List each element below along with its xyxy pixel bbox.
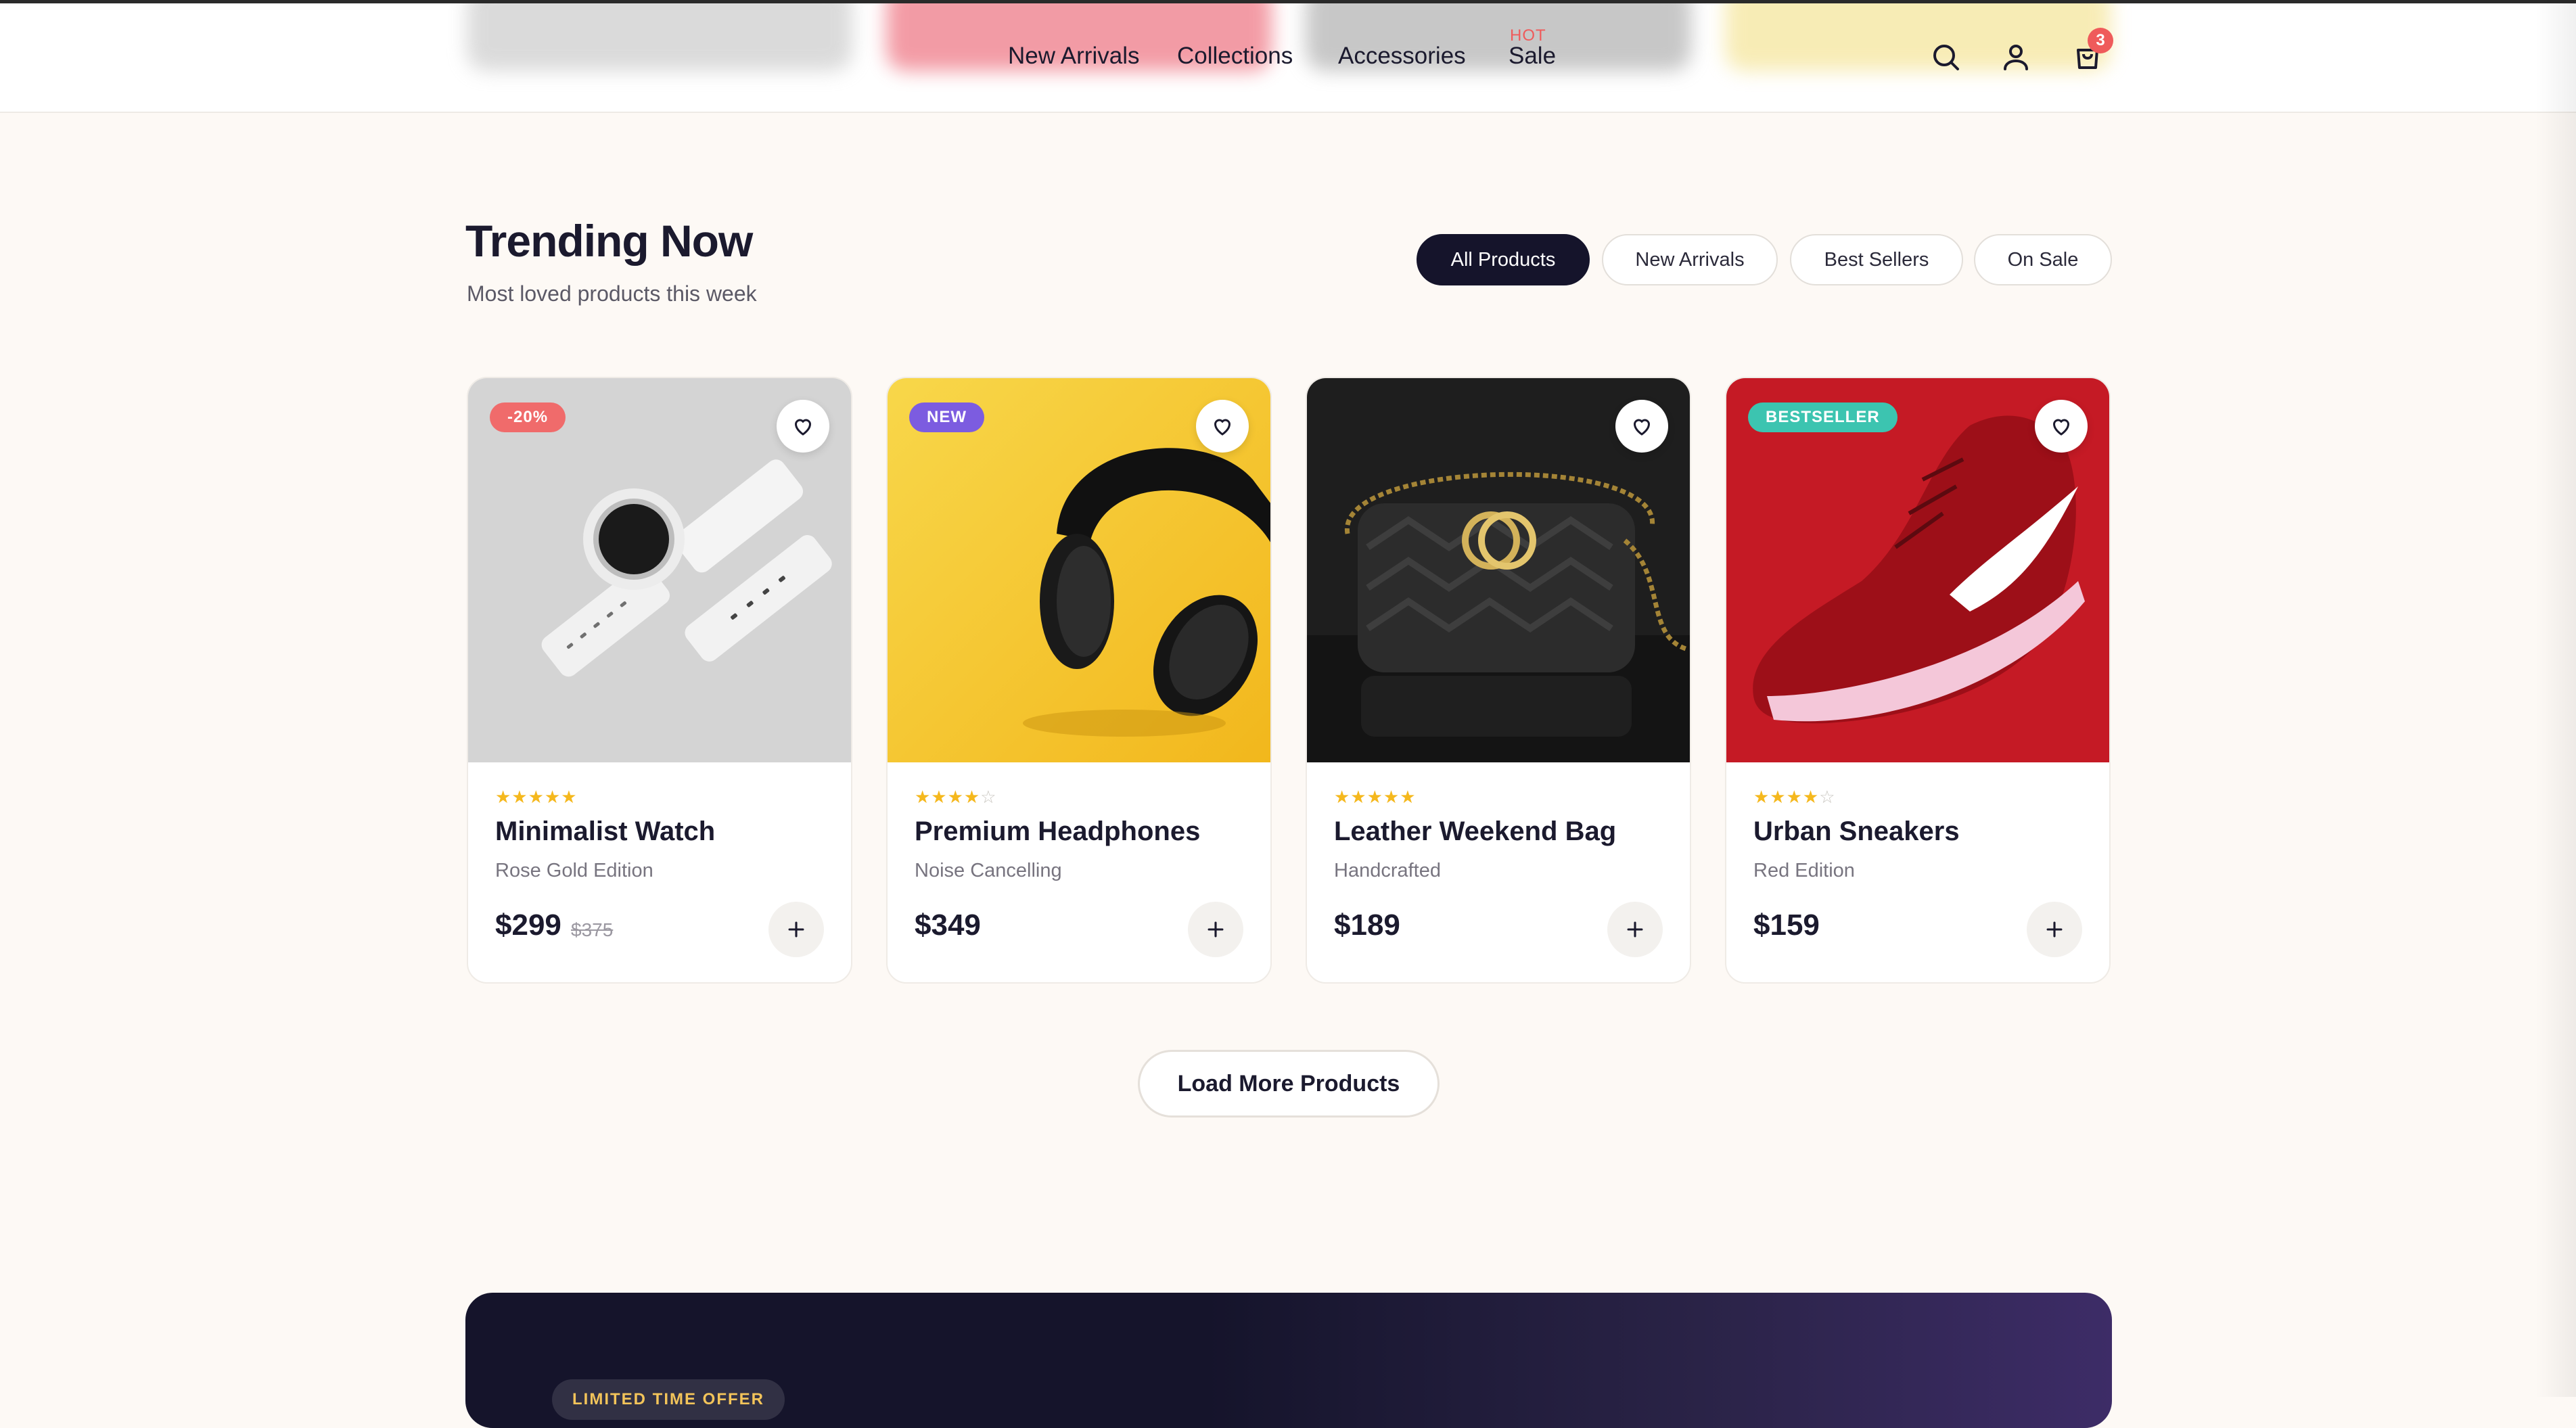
wishlist-button[interactable] (1196, 400, 1249, 453)
plus-icon (788, 921, 804, 938)
nav-link-collections[interactable]: Collections (1177, 43, 1293, 70)
star-rating: ★★★★☆ (915, 787, 997, 807)
bestseller-badge: BESTSELLER (1748, 402, 1898, 432)
add-to-cart-button[interactable] (1188, 902, 1243, 957)
wishlist-button[interactable] (2035, 400, 2088, 453)
plus-icon (1208, 921, 1224, 938)
product-variant: Handcrafted (1334, 860, 1441, 881)
promo-tag: LIMITED TIME OFFER (552, 1379, 785, 1420)
heart-icon (1214, 419, 1231, 436)
product-price: $349 (915, 908, 981, 942)
filter-all-products[interactable]: All Products (1417, 234, 1590, 285)
heart-icon (2052, 419, 2070, 436)
wishlist-button[interactable] (777, 400, 829, 453)
nav-link-sale[interactable]: Sale (1509, 43, 1556, 70)
add-to-cart-button[interactable] (2027, 902, 2082, 957)
section-title: Trending Now (465, 216, 753, 266)
product-old-price: $375 (571, 919, 614, 940)
add-to-cart-button[interactable] (1607, 902, 1663, 957)
product-name[interactable]: Leather Weekend Bag (1334, 816, 1616, 847)
heart-icon (794, 419, 812, 436)
plus-icon (2046, 921, 2063, 938)
star-rating: ★★★★★ (495, 787, 578, 807)
star-rating: ★★★★☆ (1753, 787, 1836, 807)
heart-icon (1633, 419, 1651, 436)
load-more-button[interactable]: Load More Products (1138, 1050, 1440, 1118)
promo-banner: LIMITED TIME OFFER (465, 1293, 2112, 1428)
product-name[interactable]: Minimalist Watch (495, 816, 715, 847)
blurred-header-image (467, 3, 852, 71)
section-subtitle: Most loved products this week (467, 281, 757, 306)
product-card[interactable]: BESTSELLER ★★★★☆ Urban Sneakers Red Edit… (1725, 377, 2111, 984)
product-name[interactable]: Urban Sneakers (1753, 816, 1960, 847)
product-card[interactable]: ★★★★★ Leather Weekend Bag Handcrafted $1… (1306, 377, 1691, 984)
new-badge: NEW (909, 402, 984, 432)
star-rating: ★★★★★ (1334, 787, 1417, 807)
nav-link-accessories[interactable]: Accessories (1338, 43, 1466, 70)
product-price: $159 (1753, 908, 1820, 942)
filter-new-arrivals[interactable]: New Arrivals (1602, 234, 1778, 285)
blurred-header-image (1725, 3, 2111, 71)
product-price: $189 (1334, 908, 1400, 942)
product-variant: Red Edition (1753, 860, 1855, 881)
cart-count-badge: 3 (2088, 28, 2113, 53)
filter-best-sellers[interactable]: Best Sellers (1790, 234, 1963, 285)
scroll-edge-shadow (2535, 0, 2576, 1397)
discount-badge: -20% (490, 402, 566, 432)
search-icon[interactable] (1929, 41, 1962, 73)
nav-link-new-arrivals[interactable]: New Arrivals (1008, 43, 1139, 70)
user-icon[interactable] (2000, 41, 2032, 73)
product-price: $299 (495, 908, 561, 942)
filter-on-sale[interactable]: On Sale (1974, 234, 2112, 285)
product-name[interactable]: Premium Headphones (915, 816, 1200, 847)
site-header: New Arrivals Collections Accessories HOT… (0, 3, 2576, 113)
product-card[interactable]: -20% ★★★★★ Minimalist Watch Rose Gold Ed… (467, 377, 852, 984)
add-to-cart-button[interactable] (768, 902, 824, 957)
plus-icon (1627, 921, 1643, 938)
wishlist-button[interactable] (1615, 400, 1668, 453)
product-variant: Rose Gold Edition (495, 860, 653, 881)
product-card[interactable]: NEW ★★★★☆ Premium Headphones Noise Cance… (886, 377, 1272, 984)
product-variant: Noise Cancelling (915, 860, 1062, 881)
